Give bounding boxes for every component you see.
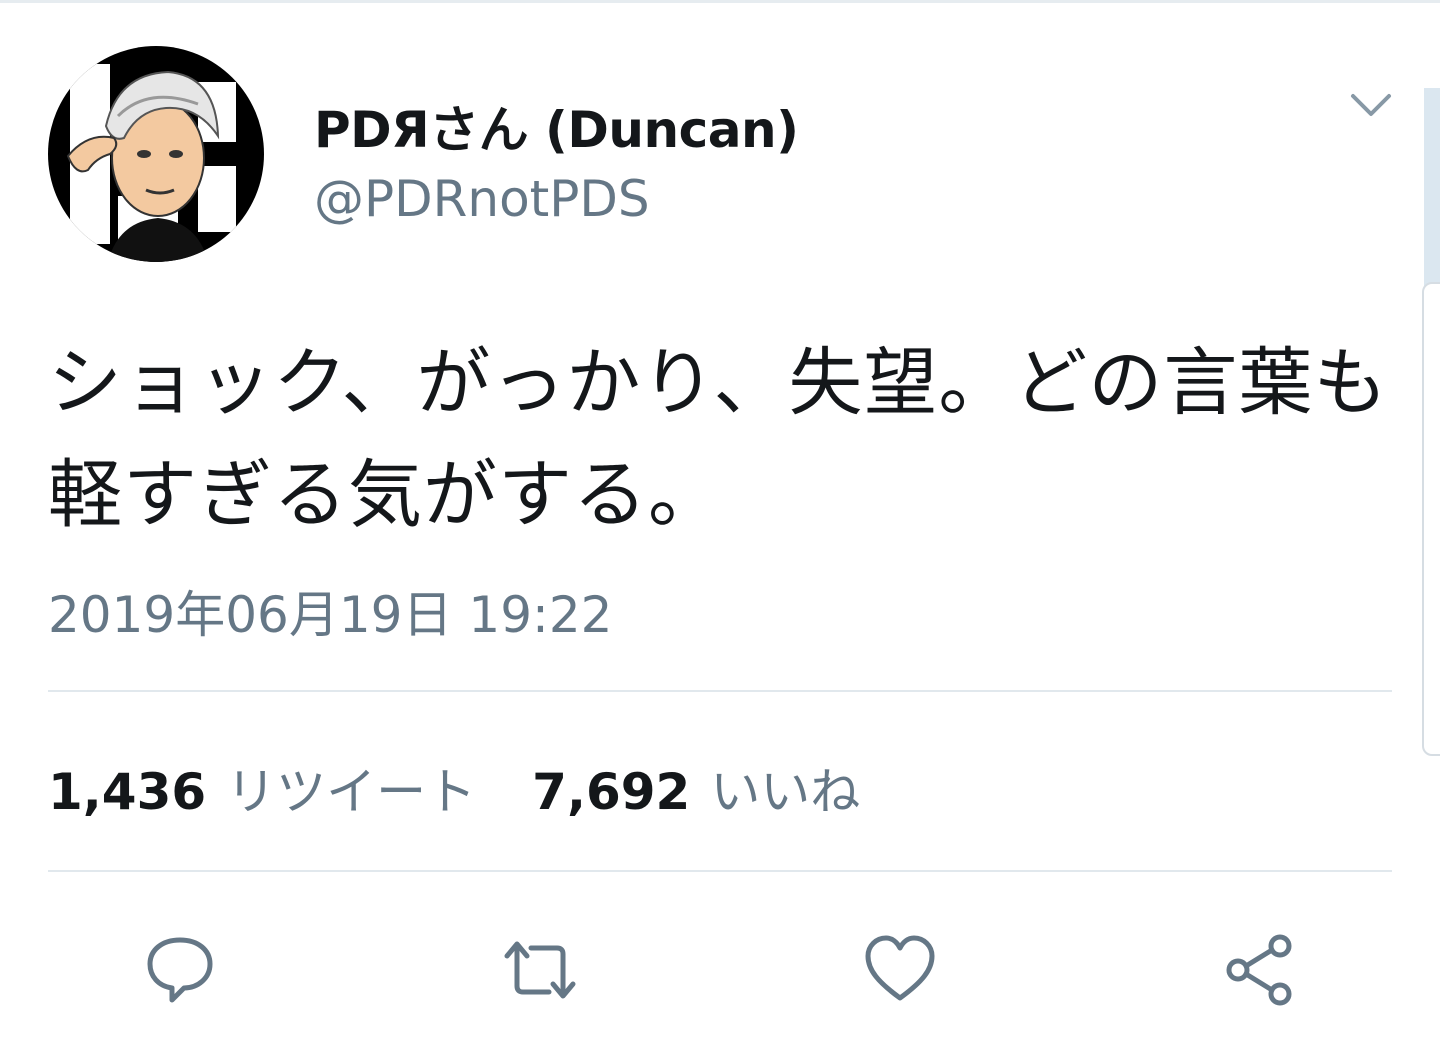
top-edge — [0, 0, 1440, 3]
scrollbar[interactable] — [1424, 88, 1440, 288]
retweet-icon — [504, 941, 576, 999]
user-handle[interactable]: @PDRnotPDS — [314, 170, 650, 228]
divider-top — [48, 690, 1392, 692]
tweet-timestamp[interactable]: 2019年06月19日 19:22 — [48, 575, 612, 647]
reply-icon — [147, 937, 213, 1003]
side-panel-edge — [1422, 282, 1440, 756]
tweet-stats: 1,436 リツイート 7,692 いいね — [48, 752, 916, 824]
tweet-text: ショック、がっかり、失望。どの言葉も軽すぎる気がする。 — [48, 340, 1389, 538]
chevron-down-icon[interactable] — [1345, 80, 1397, 132]
avatar-image — [48, 46, 264, 262]
like-stat[interactable]: 7,692 いいね — [532, 752, 860, 824]
divider-bottom — [48, 870, 1392, 872]
like-label: いいね — [710, 763, 861, 821]
display-name[interactable]: PDЯさん (Duncan) — [314, 90, 799, 162]
reply-button[interactable] — [135, 925, 225, 1015]
retweet-label: リツイート — [226, 763, 477, 821]
like-button[interactable] — [855, 925, 945, 1015]
avatar[interactable] — [48, 46, 264, 262]
retweet-stat[interactable]: 1,436 リツイート — [48, 752, 476, 824]
heart-icon — [865, 935, 935, 1001]
retweet-count: 1,436 — [48, 763, 207, 821]
share-button[interactable] — [1215, 925, 1305, 1015]
share-icon — [1226, 934, 1292, 1006]
retweet-button[interactable] — [495, 925, 585, 1015]
like-count: 7,692 — [532, 763, 691, 821]
